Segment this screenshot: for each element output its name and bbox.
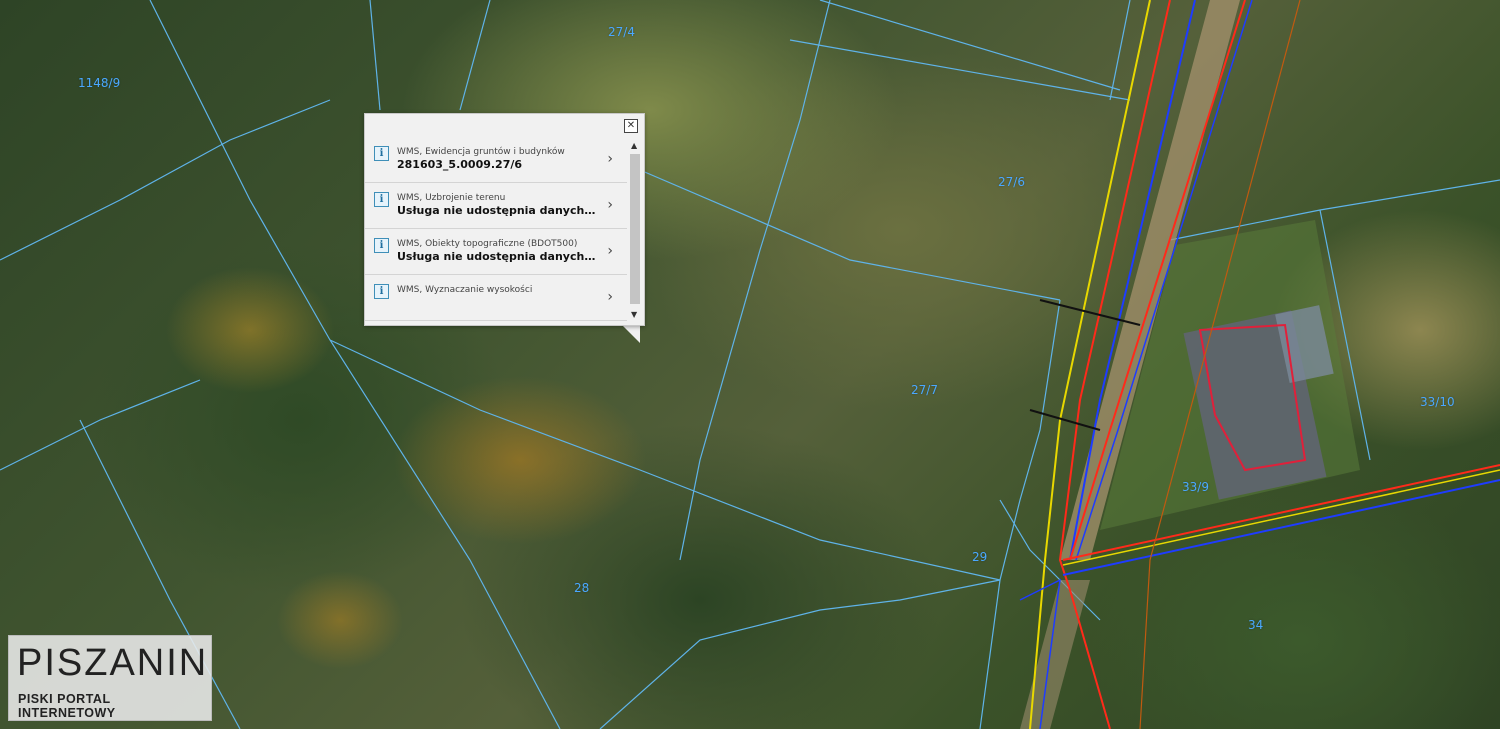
chevron-right-icon: ›	[607, 289, 613, 305]
info-icon: i	[374, 284, 389, 299]
parcel-label: 27/4	[608, 25, 635, 39]
parcel-label: 27/7	[911, 383, 938, 397]
popup-tail	[620, 323, 640, 343]
scroll-thumb[interactable]	[630, 154, 640, 304]
popup-scrollbar[interactable]: ▲ ▼	[629, 141, 641, 319]
parcel-label: 28	[574, 581, 590, 595]
chevron-right-icon: ›	[607, 151, 613, 167]
piszanin-logo[interactable]: PISZANIN PISKI PORTAL INTERNETOWY	[8, 635, 212, 721]
map-vector-overlay	[0, 0, 1500, 729]
info-icon: i	[374, 146, 389, 161]
scroll-down-arrow-icon[interactable]: ▼	[631, 310, 637, 319]
orthophoto-map[interactable]: 27/4 1148/9 27/6 27/7 28 29 33/9 33/10 3…	[0, 0, 1500, 729]
logo-title: PISZANIN	[17, 642, 209, 684]
parcel-label: 34	[1248, 618, 1264, 632]
popup-item-uzbrojenie[interactable]: i WMS, Uzbrojenie terenu Usługa nie udos…	[365, 183, 627, 229]
popup-item-bdot500[interactable]: i WMS, Obiekty topograficzne (BDOT500) U…	[365, 229, 627, 275]
logo-subtitle: PISKI PORTAL INTERNETOWY	[18, 692, 116, 720]
parcel-label: 33/10	[1420, 395, 1455, 409]
popup-list: i WMS, Ewidencja gruntów i budynków 2816…	[365, 137, 627, 323]
item-value: 281603_5.0009.27/6	[397, 158, 523, 171]
chevron-right-icon: ›	[607, 197, 613, 213]
item-layer-name: WMS, Obiekty topograficzne (BDOT500)	[397, 239, 578, 249]
popup-item-wysokosci[interactable]: i WMS, Wyznaczanie wysokości ›	[365, 275, 627, 321]
item-value: Usługa nie udostępnia danych opi...	[397, 250, 597, 263]
parcel-label: 1148/9	[78, 76, 121, 90]
scroll-up-arrow-icon[interactable]: ▲	[631, 141, 637, 150]
item-layer-name: WMS, Uzbrojenie terenu	[397, 193, 506, 203]
feature-info-popup: ✕ i WMS, Ewidencja gruntów i budynków 28…	[364, 113, 645, 326]
popup-item-ewidencja[interactable]: i WMS, Ewidencja gruntów i budynków 2816…	[365, 137, 627, 183]
item-value: Usługa nie udostępnia danych opi...	[397, 204, 597, 217]
info-icon: i	[374, 192, 389, 207]
chevron-right-icon: ›	[607, 243, 613, 259]
parcel-label: 29	[972, 550, 988, 564]
close-icon[interactable]: ✕	[624, 119, 638, 133]
item-layer-name: WMS, Ewidencja gruntów i budynków	[397, 147, 565, 157]
parcel-label: 27/6	[998, 175, 1025, 189]
info-icon: i	[374, 238, 389, 253]
parcel-label: 33/9	[1182, 480, 1209, 494]
item-layer-name: WMS, Wyznaczanie wysokości	[397, 285, 533, 295]
